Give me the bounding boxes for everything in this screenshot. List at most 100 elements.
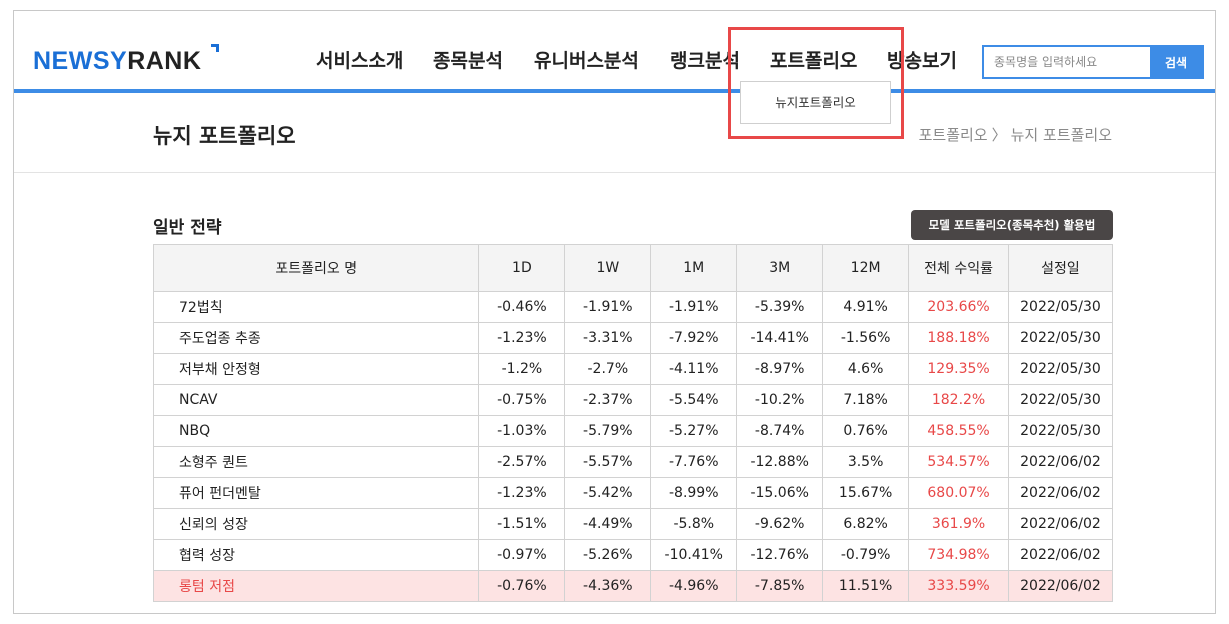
cell-start-date: 2022/06/02: [1008, 539, 1113, 571]
site-logo[interactable]: NEWSYRANK: [33, 48, 201, 74]
cell-12m: -0.79%: [822, 539, 910, 571]
cell-name[interactable]: 주도업종 추종: [152, 322, 480, 354]
search-button[interactable]: 검색: [1150, 47, 1202, 77]
chevron-right-icon: 〉: [991, 126, 1007, 144]
nav-stock-analysis[interactable]: 종목분석: [433, 48, 503, 74]
cell-1m: -1.91%: [650, 291, 738, 323]
table-row[interactable]: 퓨어 펀더멘탈 -1.23% -5.42% -8.99% -15.06% 15.67% 68…: [152, 477, 1113, 509]
cell-start-date: 2022/05/30: [1008, 353, 1113, 385]
header-1w: 1W: [564, 244, 652, 292]
cell-start-date: 2022/05/30: [1008, 415, 1113, 447]
cell-total-return: 182.2%: [908, 384, 1009, 416]
table-row[interactable]: 저부채 안정형 -1.2% -2.7% -4.11% -8.97% 4.6% 129.35%…: [152, 353, 1113, 385]
cell-12m: 7.18%: [822, 384, 910, 416]
table-row[interactable]: NBQ -1.03% -5.79% -5.27% -8.74% 0.76% 458.55% 2…: [152, 415, 1113, 447]
cell-total-return: 333.59%: [908, 570, 1009, 602]
breadcrumb-current: 뉴지 포트폴리오: [1010, 126, 1112, 144]
cell-3m: -14.41%: [736, 322, 824, 354]
breadcrumb: 포트폴리오 〉 뉴지 포트폴리오: [919, 124, 1112, 145]
cell-name[interactable]: 72법칙: [152, 291, 480, 323]
cell-name[interactable]: 소형주 퀀트: [152, 446, 480, 478]
breadcrumb-portfolio[interactable]: 포트폴리오: [919, 126, 988, 144]
nav-service-intro[interactable]: 서비스소개: [316, 48, 403, 74]
cell-1d: -0.76%: [478, 570, 566, 602]
cell-12m: 15.67%: [822, 477, 910, 509]
table-row[interactable]: 협력 성장 -0.97% -5.26% -10.41% -12.76% -0.79% 734…: [152, 539, 1113, 571]
cell-total-return: 129.35%: [908, 353, 1009, 385]
cell-1w: -4.36%: [564, 570, 652, 602]
cell-start-date: 2022/05/30: [1008, 291, 1113, 323]
cell-start-date: 2022/05/30: [1008, 322, 1113, 354]
cell-1w: -5.79%: [564, 415, 652, 447]
header-start-date: 설정일: [1008, 244, 1113, 292]
cell-12m: -1.56%: [822, 322, 910, 354]
cell-1w: -5.26%: [564, 539, 652, 571]
cell-total-return: 734.98%: [908, 539, 1009, 571]
logo-mark-icon: [211, 44, 219, 52]
cell-1m: -5.27%: [650, 415, 738, 447]
cell-name[interactable]: 롱텀 저점: [152, 570, 480, 602]
cell-1d: -1.03%: [478, 415, 566, 447]
cell-1w: -5.42%: [564, 477, 652, 509]
cell-12m: 4.6%: [822, 353, 910, 385]
cell-1d: -1.23%: [478, 322, 566, 354]
cell-3m: -9.62%: [736, 508, 824, 540]
cell-1m: -7.92%: [650, 322, 738, 354]
cell-12m: 3.5%: [822, 446, 910, 478]
cell-1d: -0.75%: [478, 384, 566, 416]
model-portfolio-guide-button[interactable]: 모델 포트폴리오(종목추천) 활용법: [911, 210, 1113, 240]
table-row[interactable]: 롱텀 저점 -0.76% -4.36% -4.96% -7.85% 11.51% 333.5…: [152, 570, 1113, 602]
cell-3m: -7.85%: [736, 570, 824, 602]
cell-3m: -8.97%: [736, 353, 824, 385]
logo-part2: RANK: [127, 47, 202, 75]
section-title: 일반 전략: [153, 218, 222, 238]
table-row[interactable]: 신뢰의 성장 -1.51% -4.49% -5.8% -9.62% 6.82% 361.9%…: [152, 508, 1113, 540]
table-row[interactable]: 주도업종 추종 -1.23% -3.31% -7.92% -14.41% -1.56% 18…: [152, 322, 1113, 354]
browser-frame: NEWSYRANK 서비스소개 종목분석 유니버스분석 랭크분석 포트폴리오 방…: [13, 10, 1216, 614]
cell-1d: -2.57%: [478, 446, 566, 478]
header-name: 포트폴리오 명: [152, 244, 480, 292]
table-row[interactable]: 소형주 퀀트 -2.57% -5.57% -7.76% -12.88% 3.5% 534.5…: [152, 446, 1113, 478]
cell-start-date: 2022/06/02: [1008, 446, 1113, 478]
cell-1d: -1.51%: [478, 508, 566, 540]
cell-12m: 0.76%: [822, 415, 910, 447]
search-input[interactable]: [984, 47, 1150, 77]
cell-3m: -5.39%: [736, 291, 824, 323]
cell-start-date: 2022/06/02: [1008, 508, 1113, 540]
cell-start-date: 2022/06/02: [1008, 570, 1113, 602]
cell-1m: -4.11%: [650, 353, 738, 385]
cell-1m: -5.8%: [650, 508, 738, 540]
cell-1d: -1.23%: [478, 477, 566, 509]
cell-1m: -8.99%: [650, 477, 738, 509]
cell-1w: -1.91%: [564, 291, 652, 323]
logo-part1: NEWSY: [33, 47, 128, 75]
nav-universe-analysis[interactable]: 유니버스분석: [534, 48, 639, 74]
cell-name[interactable]: 협력 성장: [152, 539, 480, 571]
cell-name[interactable]: NCAV: [152, 384, 480, 416]
table-body: 72법칙 -0.46% -1.91% -1.91% -5.39% 4.91% 203.66%…: [152, 291, 1113, 602]
cell-3m: -12.76%: [736, 539, 824, 571]
cell-name[interactable]: NBQ: [152, 415, 480, 447]
cell-1m: -7.76%: [650, 446, 738, 478]
portfolio-table: 포트폴리오 명 1D 1W 1M 3M 12M 전체 수익률 설정일 72법칙 -…: [152, 244, 1113, 602]
cell-3m: -8.74%: [736, 415, 824, 447]
search-box: 검색: [982, 45, 1204, 79]
header-12m: 12M: [822, 244, 910, 292]
cell-1m: -4.96%: [650, 570, 738, 602]
site-header: NEWSYRANK 서비스소개 종목분석 유니버스분석 랭크분석 포트폴리오 방…: [14, 11, 1215, 93]
cell-12m: 11.51%: [822, 570, 910, 602]
cell-name[interactable]: 저부채 안정형: [152, 353, 480, 385]
cell-1m: -5.54%: [650, 384, 738, 416]
cell-total-return: 188.18%: [908, 322, 1009, 354]
cell-start-date: 2022/06/02: [1008, 477, 1113, 509]
table-row[interactable]: NCAV -0.75% -2.37% -5.54% -10.2% 7.18% 182.2% 2…: [152, 384, 1113, 416]
table-row[interactable]: 72법칙 -0.46% -1.91% -1.91% -5.39% 4.91% 203.66%…: [152, 291, 1113, 323]
cell-1d: -1.2%: [478, 353, 566, 385]
page-title: 뉴지 포트폴리오: [153, 124, 296, 148]
cell-total-return: 361.9%: [908, 508, 1009, 540]
cell-name[interactable]: 신뢰의 성장: [152, 508, 480, 540]
header-3m: 3M: [736, 244, 824, 292]
cell-name[interactable]: 퓨어 펀더멘탈: [152, 477, 480, 509]
cell-total-return: 534.57%: [908, 446, 1009, 478]
cell-start-date: 2022/05/30: [1008, 384, 1113, 416]
